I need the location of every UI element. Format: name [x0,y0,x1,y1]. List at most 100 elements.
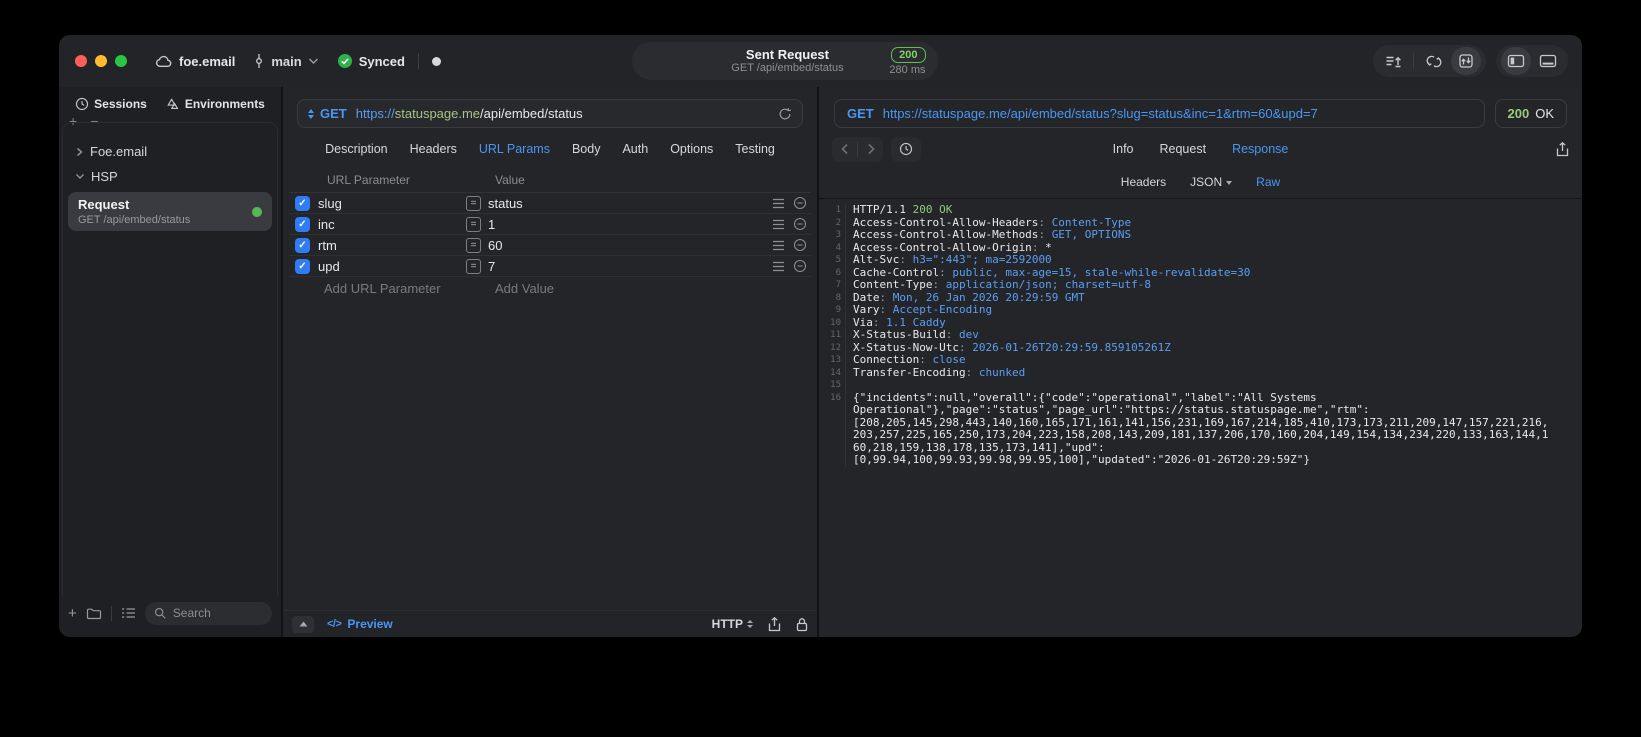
subtab-json[interactable]: JSON [1190,175,1233,189]
drag-handle-icon[interactable] [772,198,785,209]
add-request-button[interactable]: + [68,605,77,622]
request-url-bar[interactable]: GET https://statuspage.me/api/embed/stat… [297,99,803,128]
tab-headers[interactable]: Headers [410,142,457,156]
tree-item-hsp[interactable]: HSP [63,164,277,189]
code-icon: </> [327,618,342,630]
sidebar: Sessions Environments + − Foe.email HSP … [59,87,283,637]
check-circle-icon [337,53,353,69]
params-add-row[interactable]: Add URL Parameter Add Value [289,277,811,301]
param-name-input[interactable]: upd [318,259,466,274]
tab-body[interactable]: Body [572,142,601,156]
subtab-raw[interactable]: Raw [1256,175,1280,189]
response-url-bar[interactable]: GET https://statuspage.me/api/embed/stat… [834,99,1485,128]
sync-loop-icon [1425,54,1443,69]
params-table-body: ✓ slug = status ✓ inc = 1 ✓ rtm = 60 ✓ upd = 7 [289,193,811,277]
response-method: GET [847,106,874,121]
equals-icon: = [466,237,481,253]
line-number: 16 [830,392,841,403]
drag-handle-icon[interactable] [772,219,785,230]
sidebar-search[interactable] [144,601,272,625]
remove-row-icon[interactable] [793,217,807,231]
params-table-header: URL Parameter Value [289,170,811,193]
search-input[interactable] [170,605,263,621]
project-switcher[interactable]: foe.email [155,54,235,69]
line-number: 4 [835,242,841,253]
remove-row-icon[interactable] [793,196,807,210]
param-value-input[interactable]: 7 [488,259,764,274]
url-params-table: URL Parameter Value ✓ slug = status ✓ inc = 1 ✓ r… [289,170,811,301]
protocol-selector[interactable]: HTTP [712,617,753,631]
send-receive-button[interactable] [1451,47,1481,75]
param-checkbox[interactable]: ✓ [295,216,310,232]
remove-row-icon[interactable] [793,238,807,252]
lock-button[interactable] [796,617,808,632]
sessions-label: Sessions [94,97,147,111]
tab-options[interactable]: Options [670,142,713,156]
tab-url-params[interactable]: URL Params [479,142,550,156]
param-name-input[interactable]: inc [318,217,466,232]
unsaved-indicator-dot [431,56,441,66]
drag-handle-icon[interactable] [772,240,785,251]
sync-status[interactable]: Synced [337,53,405,69]
drag-handle-icon[interactable] [772,261,785,272]
param-checkbox[interactable]: ✓ [295,195,310,211]
resend-button[interactable] [778,107,792,121]
param-name-input[interactable]: slug [318,196,466,211]
zoom-window-button[interactable] [115,55,127,67]
branch-name: main [271,53,302,69]
toggle-left-sidebar-button[interactable] [1501,47,1531,75]
toggle-bottom-panel-button[interactable] [1533,47,1563,75]
close-window-button[interactable] [75,55,87,67]
request-summary-pill[interactable]: Sent Request GET /api/embed/status 200 2… [631,42,938,80]
view-options-button[interactable] [121,607,136,619]
minimize-window-button[interactable] [95,55,107,67]
response-raw-content[interactable]: 1 HTTP/1.1 200 OK 2 Access-Control-Allow-He… [819,199,1582,637]
tab-info[interactable]: Info [1113,142,1134,156]
param-value-input[interactable]: 1 [488,217,764,232]
request-method[interactable]: GET [320,106,347,121]
tree-item-foe-email[interactable]: Foe.email [63,139,277,164]
tab-testing[interactable]: Testing [735,142,775,156]
sync-loop-button[interactable] [1419,47,1449,75]
line-number: 1 [835,205,841,215]
tab-description[interactable]: Description [325,142,388,156]
raw-line-16: 16 {"incidents":null,"overall":{"code":"o… [819,391,1582,467]
branch-selector[interactable]: main [253,53,318,69]
titlebar-separator [417,53,419,69]
sidebar-tabs: Sessions Environments [59,87,281,114]
param-value-input[interactable]: status [488,196,764,211]
tab-request[interactable]: Request [1160,142,1207,156]
tab-sessions[interactable]: Sessions [75,97,147,111]
export-button[interactable] [768,616,781,632]
requests-list-button[interactable] [1378,47,1408,75]
param-value-input[interactable]: 60 [488,238,764,253]
add-parameter-placeholder[interactable]: Add URL Parameter [324,281,441,296]
tab-environments[interactable]: Environments [165,97,265,111]
request-url[interactable]: https://statuspage.me/api/embed/status [356,106,583,121]
subtab-headers[interactable]: Headers [1121,175,1166,189]
clock-icon [75,97,89,111]
param-checkbox[interactable]: ✓ [295,258,310,274]
tree-item-label: Foe.email [90,144,148,159]
param-name-input[interactable]: rtm [318,238,466,253]
equals-icon: = [466,258,481,274]
response-pane: GET https://statuspage.me/api/embed/stat… [819,87,1582,637]
add-value-placeholder[interactable]: Add Value [495,281,554,296]
cloud-icon [155,54,173,68]
request-tabs: Description Headers URL Params Body Auth Opti… [283,128,817,170]
sidebar-request-item[interactable]: Request GET /api/embed/status [68,192,272,231]
line-number: 3 [835,230,841,240]
param-checkbox[interactable]: ✓ [295,237,310,253]
reload-icon [778,107,792,121]
request-item-title: Request [78,197,130,212]
method-stepper-icon[interactable] [308,108,314,119]
response-status-badge: 200 OK [1494,99,1567,128]
tab-auth[interactable]: Auth [622,142,648,156]
triangle-up-icon [299,621,308,627]
param-row-upd: ✓ upd = 7 [289,256,811,277]
expand-panel-button[interactable] [292,615,314,633]
preview-button[interactable]: </> Preview [327,617,393,631]
new-group-button[interactable] [86,607,102,620]
tab-response[interactable]: Response [1232,142,1288,156]
remove-row-icon[interactable] [793,259,807,273]
